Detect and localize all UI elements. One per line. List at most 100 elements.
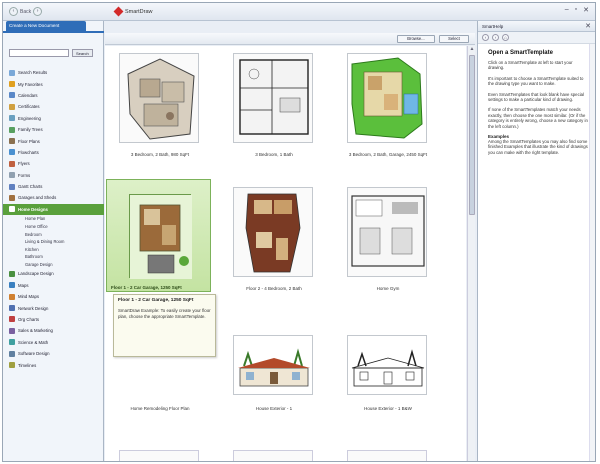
category-label: Engineering <box>18 115 41 121</box>
template-thumbnail[interactable] <box>233 450 313 461</box>
category-icon <box>9 327 15 334</box>
category-gantt-charts[interactable]: Gantt Charts <box>3 181 104 192</box>
house-exterior-preview <box>233 335 313 395</box>
template-thumbnail[interactable] <box>347 450 427 461</box>
subcategory-item[interactable]: Bedroom <box>3 230 104 238</box>
category-icon <box>9 172 15 179</box>
help-heading: Open a SmartTemplate <box>488 50 553 56</box>
browse-button[interactable]: Browse... <box>397 35 435 43</box>
category-label: Calendars <box>18 92 38 98</box>
search-input[interactable] <box>9 49 69 57</box>
floorplan-preview <box>119 53 199 143</box>
category-label: Flyers <box>18 161 30 167</box>
template-thumbnail[interactable] <box>227 49 317 149</box>
template-thumbnail[interactable] <box>227 183 317 283</box>
category-science-math[interactable]: Science & Math <box>3 337 104 348</box>
template-toolbar: Browse... Select <box>105 33 475 45</box>
close-icon[interactable]: ✕ <box>585 22 591 30</box>
tab-create-new-document[interactable]: Create a New Document <box>6 21 86 31</box>
category-label: Family Trees <box>18 127 43 133</box>
minimize-icon[interactable]: – <box>565 6 569 14</box>
template-thumbnail[interactable] <box>119 450 199 461</box>
back-label: Back <box>20 8 32 15</box>
help-paragraph: It's important to choose a SmartTemplate… <box>488 75 584 87</box>
template-caption: Floor 2 - 4 Bedroom, 2 Bath <box>246 286 302 291</box>
category-floor-plans[interactable]: Floor Plans <box>3 135 104 146</box>
help-paragraph: If none of the SmartTemplates match your… <box>488 107 588 129</box>
category-icon <box>9 81 15 88</box>
select-button[interactable]: Select <box>439 35 469 43</box>
subcategory-item[interactable]: Living & Dining Room <box>3 238 104 246</box>
category-my-favorites[interactable]: My Favorites <box>3 78 104 89</box>
house-exterior-bw-preview <box>347 335 427 395</box>
app-name: SmartDraw <box>125 8 153 15</box>
category-home-designs[interactable]: Home Designs <box>3 203 104 216</box>
category-certificates[interactable]: Certificates <box>3 101 104 112</box>
category-engineering[interactable]: Engineering <box>3 113 104 124</box>
forward-arrow-icon[interactable]: › <box>33 7 43 16</box>
scroll-up-icon[interactable]: ▲ <box>468 46 476 54</box>
subcategory-item[interactable]: Garage Design <box>3 261 104 269</box>
category-family-trees[interactable]: Family Trees <box>3 124 104 135</box>
scroll-thumb[interactable] <box>469 55 475 215</box>
category-list: Search Results My Favorites Calendars Certi… <box>3 67 104 371</box>
subcategory-item[interactable]: Bathroom <box>3 253 104 261</box>
template-thumbnail[interactable] <box>341 183 431 283</box>
category-org-charts[interactable]: Org Charts <box>3 314 104 325</box>
category-icon <box>9 305 15 312</box>
category-icon <box>9 350 15 357</box>
category-network-design[interactable]: Network Design <box>3 302 104 313</box>
search-button[interactable]: Search <box>72 49 93 57</box>
category-maps[interactable]: Maps <box>3 280 104 291</box>
back-arrow-icon: ‹ <box>9 7 18 16</box>
category-timelines[interactable]: Timelines <box>3 359 104 370</box>
help-title: SmartHelp <box>482 24 504 29</box>
subcategory-item[interactable]: Home Plan <box>3 215 104 223</box>
category-mind-maps[interactable]: Mind Maps <box>3 291 104 302</box>
category-label: Search Results <box>18 70 48 76</box>
category-forms[interactable]: Forms <box>3 170 104 181</box>
category-icon <box>9 362 15 369</box>
category-flowcharts[interactable]: Flowcharts <box>3 147 104 158</box>
category-search-results[interactable]: Search Results <box>3 67 104 78</box>
help-paragraph: Click on a SmartTemplate at left to star… <box>488 60 573 71</box>
category-label: Software Design <box>18 351 50 357</box>
category-software-design[interactable]: Software Design <box>3 348 104 359</box>
template-gallery: 3 Bedroom, 2 Bath, 980 SqFt 3 Bedroom, 1… <box>105 46 466 461</box>
category-label: Mind Maps <box>18 294 40 300</box>
floorplan-preview <box>347 53 427 143</box>
subcategory-item[interactable]: Kitchen <box>3 245 104 253</box>
category-icon <box>9 160 15 167</box>
gallery-scrollbar[interactable]: ▲ <box>467 46 476 461</box>
category-label: My Favorites <box>18 81 43 87</box>
close-icon[interactable]: ✕ <box>583 6 589 14</box>
maximize-icon[interactable]: ▫ <box>575 6 577 14</box>
category-icon <box>9 316 15 323</box>
template-thumbnail[interactable] <box>341 49 431 149</box>
category-icon <box>9 282 15 289</box>
category-label: Maps <box>18 282 29 288</box>
category-icon <box>9 183 15 190</box>
home-icon[interactable]: ⌂ <box>502 34 509 41</box>
template-caption: House Exterior - 1 B&W <box>364 406 412 411</box>
template-thumbnail-selected[interactable] <box>106 179 211 292</box>
title-bar: ‹ Back › SmartDraw – ▫ ✕ <box>3 3 595 21</box>
category-calendars[interactable]: Calendars <box>3 90 104 101</box>
category-label: Floor Plans <box>18 138 40 144</box>
forward-arrow-icon[interactable]: › <box>492 34 499 41</box>
back-button[interactable]: ‹ Back › <box>9 7 43 16</box>
category-label: Garages and Sheds <box>18 195 57 201</box>
category-garages-and-sheds[interactable]: Garages and Sheds <box>3 192 104 203</box>
help-paragraph: Even SmartTemplates that look blank have… <box>488 91 585 103</box>
category-sales-marketing[interactable]: Sales & Marketing <box>3 325 104 336</box>
help-header: SmartHelp ✕ <box>478 21 595 32</box>
tooltip-title: Floor 1 - 2 Car Garage, 1250 SqFt <box>118 298 194 303</box>
category-flyers[interactable]: Flyers <box>3 158 104 169</box>
template-thumbnail[interactable] <box>113 49 203 149</box>
category-label: Landscape Design <box>18 271 54 277</box>
category-landscape-design[interactable]: Landscape Design <box>3 268 104 279</box>
back-arrow-icon[interactable]: ‹ <box>482 34 489 41</box>
subcategory-item[interactable]: Home Office <box>3 223 104 231</box>
help-scrollbar[interactable] <box>589 44 595 461</box>
template-caption: Home Gym <box>376 286 400 291</box>
